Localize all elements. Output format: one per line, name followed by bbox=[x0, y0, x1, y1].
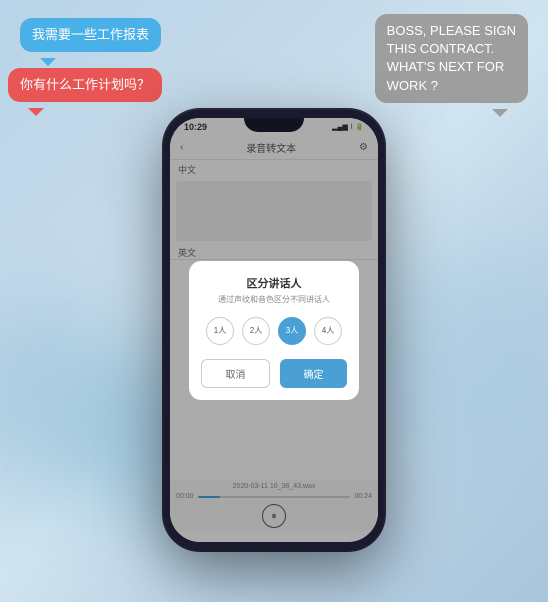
cancel-button[interactable]: 取消 bbox=[201, 359, 270, 388]
speaker-options: 1人 2人 3人 4人 bbox=[201, 317, 347, 345]
bubble-gray-line3: WHAT'S NEXT FOR bbox=[387, 59, 505, 74]
modal-title: 区分讲话人 bbox=[201, 275, 347, 291]
bubble-gray-line2: THIS CONTRACT. bbox=[387, 41, 495, 56]
bg-decoration-3 bbox=[358, 250, 548, 470]
bubble-gray-line1: BOSS, PLEASE SIGN bbox=[387, 23, 516, 38]
modal-overlay: 区分讲话人 通过声纹和音色区分不同讲话人 1人 2人 3人 4人 bbox=[170, 118, 378, 542]
speech-bubble-red: 你有什么工作计划吗？ bbox=[8, 68, 162, 102]
bubble-blue-text: 我需要一些工作报表 bbox=[32, 27, 149, 42]
speaker-dialog: 区分讲话人 通过声纹和音色区分不同讲话人 1人 2人 3人 4人 bbox=[189, 261, 359, 400]
phone-screen: 10:29 ▂▄▆ ⌇ 🔋 ‹ 录音转文本 ⚙ 中文 英文 区分讲话人 通过声纹… bbox=[170, 118, 378, 542]
speech-bubble-gray: BOSS, PLEASE SIGN THIS CONTRACT. WHAT'S … bbox=[375, 14, 528, 103]
speaker-option-3[interactable]: 3人 bbox=[278, 317, 306, 345]
speaker-option-4[interactable]: 4人 bbox=[314, 317, 342, 345]
modal-subtitle: 通过声纹和音色区分不同讲话人 bbox=[201, 294, 347, 305]
modal-buttons: 取消 确定 bbox=[201, 359, 347, 388]
confirm-button[interactable]: 确定 bbox=[280, 359, 347, 388]
bubble-red-text: 你有什么工作计划吗？ bbox=[20, 77, 150, 92]
phone: 10:29 ▂▄▆ ⌇ 🔋 ‹ 录音转文本 ⚙ 中文 英文 区分讲话人 通过声纹… bbox=[164, 110, 384, 550]
bubble-gray-line4: WORK ? bbox=[387, 78, 438, 93]
speaker-option-1[interactable]: 1人 bbox=[206, 317, 234, 345]
speech-bubble-blue: 我需要一些工作报表 bbox=[20, 18, 161, 52]
speaker-option-2[interactable]: 2人 bbox=[242, 317, 270, 345]
